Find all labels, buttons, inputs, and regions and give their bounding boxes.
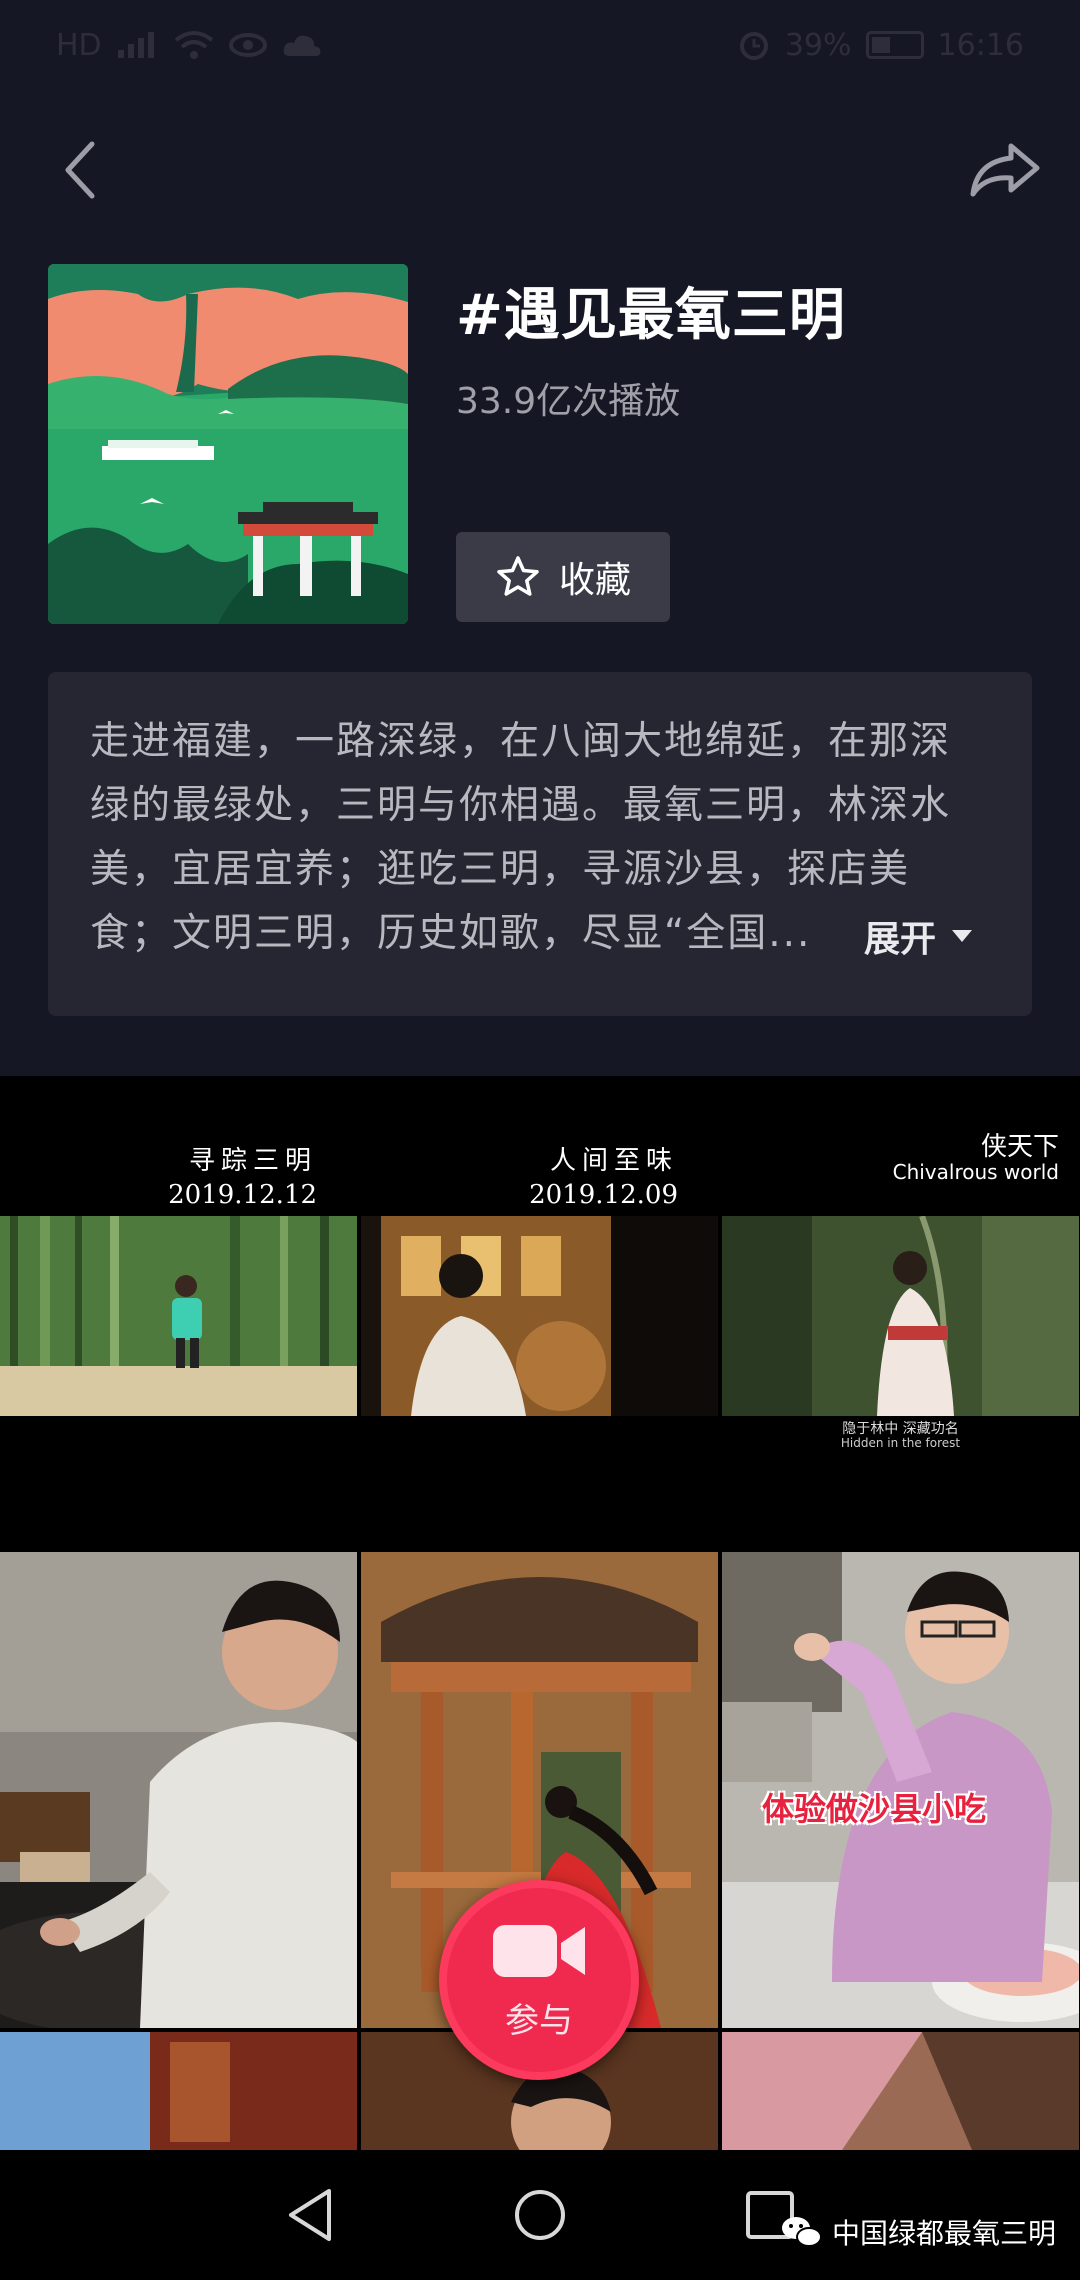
cover-illustration — [48, 264, 408, 624]
collect-label: 收藏 — [558, 560, 631, 601]
video-caption: 人间至味 — [549, 1146, 678, 1176]
video-camera-icon — [493, 1924, 585, 1977]
video-thumbnail[interactable]: 寻踪三明 2019.12.12 — [0, 1076, 357, 1548]
watermark-text: 中国绿都最氧三明 — [832, 2217, 1057, 2250]
letterbox — [0, 1416, 357, 1548]
video-frame — [0, 2032, 357, 2150]
letterbox — [361, 1416, 718, 1548]
back-button[interactable] — [40, 130, 120, 210]
video-thumbnail[interactable] — [722, 2032, 1079, 2150]
video-thumbnail[interactable] — [0, 1552, 357, 2028]
status-time: 16:16 — [937, 27, 1024, 63]
nav-back-button[interactable] — [270, 2180, 350, 2250]
battery-percent: 39% — [784, 27, 852, 63]
video-thumbnail[interactable]: 人间至味 2019.12.09 — [361, 1076, 718, 1548]
video-frame — [722, 2032, 1079, 2150]
status-icons-left: HD — [56, 28, 322, 63]
expand-label: 展开 — [863, 919, 936, 960]
topic-cover-image — [48, 264, 408, 624]
chevron-left-icon — [65, 141, 95, 199]
top-nav — [0, 120, 1080, 220]
wifi-icon — [174, 31, 213, 59]
nav-home-button[interactable] — [500, 2180, 580, 2250]
video-thumbnail[interactable]: 体验做沙县小吃 — [722, 1552, 1079, 2028]
video-frame — [0, 1552, 357, 2028]
wechat-icon — [782, 2217, 822, 2247]
triangle-back-icon — [289, 2189, 331, 2241]
triangle-down-icon — [952, 930, 972, 942]
status-icons-right: 39% 16:16 — [737, 28, 1024, 63]
description-panel: 走进福建，一路深绿，在八闽大地绵延，在那深绿的最绿处，三明与你相遇。最氧三明，林… — [48, 672, 1032, 1016]
play-count: 33.9亿次播放 — [456, 381, 681, 422]
video-caption: 寻踪三明 — [188, 1146, 317, 1176]
video-frame — [0, 1216, 357, 1416]
video-caption: 侠天下 — [980, 1132, 1059, 1162]
topic-title: #遇见最氧三明 — [456, 283, 846, 348]
video-frame — [361, 1216, 718, 1416]
share-arrow-icon — [970, 143, 1040, 197]
hd-icon: HD — [56, 27, 102, 63]
star-icon — [497, 556, 539, 596]
alarm-icon — [739, 32, 768, 60]
expand-button[interactable]: 展开 — [843, 910, 974, 962]
video-caption-date: 2019.12.09 — [529, 1180, 678, 1210]
battery-icon — [865, 31, 924, 59]
signal-icon — [117, 32, 154, 58]
collect-button[interactable]: 收藏 — [456, 532, 670, 622]
video-frame — [722, 1216, 1079, 1416]
share-button[interactable] — [960, 130, 1050, 210]
video-subtitle-english: Hidden in the forest — [840, 1436, 961, 1450]
video-caption-date: 2019.12.12 — [168, 1180, 317, 1210]
watermark: 中国绿都最氧三明 — [780, 2212, 1056, 2252]
video-thumbnail[interactable] — [0, 2032, 357, 2150]
video-thumbnail[interactable]: 侠天下 Chivalrous world 隐于林中 深藏功名 Hidden in… — [722, 1076, 1079, 1548]
cloud-icon — [283, 35, 321, 56]
video-caption-english: Chivalrous world — [892, 1160, 1059, 1184]
participate-button[interactable]: 参与 — [439, 1880, 639, 2080]
status-bar: HD 39% 16:16 — [0, 0, 1080, 90]
circle-home-icon — [515, 2190, 565, 2240]
video-overlay-text: 体验做沙县小吃 — [762, 1790, 987, 1828]
participate-label: 参与 — [505, 2000, 573, 2041]
eye-icon — [228, 33, 267, 57]
video-subtitle: 隐于林中 深藏功名 — [842, 1421, 959, 1437]
